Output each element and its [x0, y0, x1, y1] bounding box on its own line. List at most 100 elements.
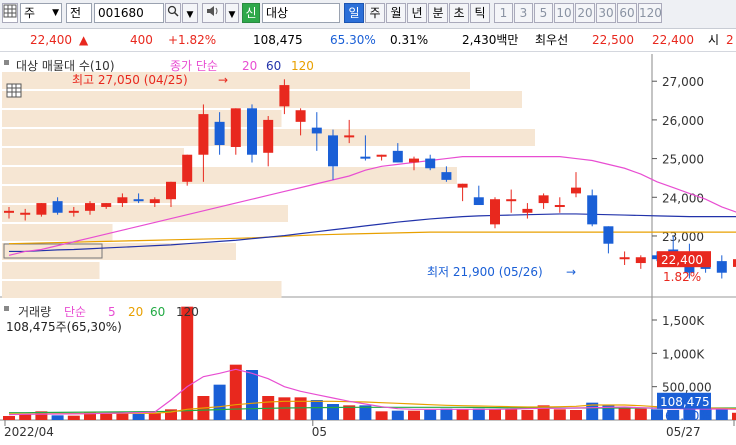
high-annotation: 최고 27,050 (04/25) — [72, 73, 188, 87]
candle-body — [344, 135, 355, 138]
turnover-rate: 0.31% — [390, 33, 429, 47]
candle-body — [538, 195, 549, 204]
interval-tab-30[interactable]: 30 — [596, 3, 616, 23]
volume-bar — [116, 413, 129, 420]
volume-bar — [505, 409, 518, 420]
y-tick-label: 25,000 — [662, 153, 704, 167]
candle-body — [133, 199, 144, 202]
current-price: 22,400 — [30, 33, 72, 47]
interval-tab-20[interactable]: 20 — [575, 3, 595, 23]
up-arrow-icon: ▲ — [79, 33, 89, 47]
candle-body — [20, 212, 31, 215]
candle-body — [603, 226, 614, 244]
volume-profile-band — [2, 243, 236, 260]
price-chart-svg[interactable]: 27,00026,00025,00024,00023,000최고 27,050 … — [0, 54, 736, 442]
volume-bar — [229, 364, 242, 420]
code-input[interactable]: 001680 — [94, 3, 164, 23]
period-tab-0[interactable]: 일 — [344, 3, 364, 23]
interval-tab-10[interactable]: 10 — [554, 3, 574, 23]
interval-tab-120[interactable]: 120 — [638, 3, 662, 23]
x-tick-label: 2022/04 — [4, 425, 54, 439]
ma120-legend: 120 — [291, 59, 314, 73]
candle-body — [4, 210, 14, 213]
stock-name-field[interactable]: 대상 — [262, 3, 340, 23]
candle-body — [279, 85, 290, 107]
volume-bar — [327, 404, 339, 420]
volume-bar — [391, 410, 404, 420]
volume-legend-item: 60 — [150, 305, 165, 319]
scope-value: 전 — [70, 6, 82, 20]
volume-legend-item: 거래량 — [18, 305, 51, 319]
volume-current-label: 108,475주(65,30%) — [6, 320, 122, 334]
x-tick-label: 05/27 — [666, 425, 701, 439]
y-tick-label: 24,000 — [662, 191, 704, 205]
volume-bar — [715, 408, 728, 420]
volume-profile-band — [2, 281, 282, 298]
volume: 108,475 — [253, 33, 303, 47]
volume-legend-item: 단순 — [64, 305, 86, 319]
interval-tab-3[interactable]: 3 — [514, 3, 533, 23]
volume-tick-label: 1,500K — [662, 314, 705, 328]
candle-body — [117, 197, 128, 204]
candle-body — [506, 199, 517, 202]
dropdown-icon[interactable]: ▼ — [182, 3, 198, 23]
volume-bar — [67, 415, 80, 420]
period-tab-2[interactable]: 월 — [386, 3, 406, 23]
speaker-dropdown-icon[interactable]: ▼ — [225, 3, 239, 23]
price-summary-bar: 22,400 ▲ 400 +1.82% 108,475 65.30% 0.31%… — [0, 29, 736, 52]
candle-body — [425, 158, 436, 169]
period-tab-1[interactable]: 주 — [365, 3, 385, 23]
volume-bar — [521, 410, 534, 420]
chart-area[interactable]: 27,000 26,000 25,000 24,000 23,000 최고 27,050 … — [0, 54, 736, 442]
volume-bar — [424, 410, 437, 420]
volume-bar — [732, 412, 736, 420]
candle-body — [311, 127, 322, 134]
period-tab-4[interactable]: 분 — [428, 3, 448, 23]
interval-tab-60[interactable]: 60 — [617, 3, 637, 23]
search-icon[interactable] — [165, 3, 181, 23]
current-price-badge-text: 22,400 — [661, 253, 703, 267]
credit-badge[interactable]: 신 — [242, 3, 260, 23]
volume-profile-band — [2, 224, 113, 241]
candle-body — [295, 110, 306, 122]
interval-tab-5[interactable]: 5 — [534, 3, 553, 23]
volume-bar — [651, 409, 663, 420]
price-change: 400 — [130, 33, 153, 47]
low-arrow-icon: → — [566, 265, 576, 279]
volume-profile-band — [2, 186, 171, 203]
x-tick-label: 05 — [312, 425, 327, 439]
candle-body — [554, 205, 565, 208]
volume-legend-marker — [4, 306, 9, 311]
volume-bar — [634, 408, 647, 420]
market-select[interactable]: 주 ▼ — [20, 3, 62, 23]
candle-body — [198, 114, 209, 155]
candle-body — [328, 135, 338, 167]
best-ask-label: 최우선 — [535, 33, 569, 47]
volume-bar — [246, 370, 258, 420]
period-tab-5[interactable]: 초 — [449, 3, 469, 23]
candle-body — [700, 266, 711, 269]
code-value: 001680 — [98, 6, 144, 20]
y-tick-label: 26,000 — [662, 114, 704, 128]
candle-body — [635, 257, 646, 264]
volume-ratio: 65.30% — [330, 33, 376, 47]
volume-bar — [181, 306, 194, 420]
volume-bar — [213, 384, 226, 420]
current-volume-badge-text: 108,475 — [660, 395, 710, 409]
speaker-icon[interactable] — [202, 3, 224, 23]
volume-bar — [440, 408, 453, 420]
next-label: 시 — [708, 33, 720, 47]
scope-select[interactable]: 전 — [66, 3, 92, 23]
stock-name: 대상 — [266, 6, 289, 20]
volume-bar — [618, 408, 631, 420]
volume-tick-label: 500,000 — [662, 381, 712, 395]
volume-tick-label: 1,000K — [662, 347, 705, 361]
ma60-legend: 60 — [266, 59, 281, 73]
candle-body — [392, 150, 403, 163]
period-tab-3[interactable]: 년 — [407, 3, 427, 23]
chevron-down-icon: ▼ — [52, 8, 59, 18]
grid-icon[interactable] — [2, 3, 18, 23]
candle-body — [473, 197, 484, 206]
period-tab-6[interactable]: 틱 — [470, 3, 490, 23]
interval-tab-1[interactable]: 1 — [494, 3, 513, 23]
